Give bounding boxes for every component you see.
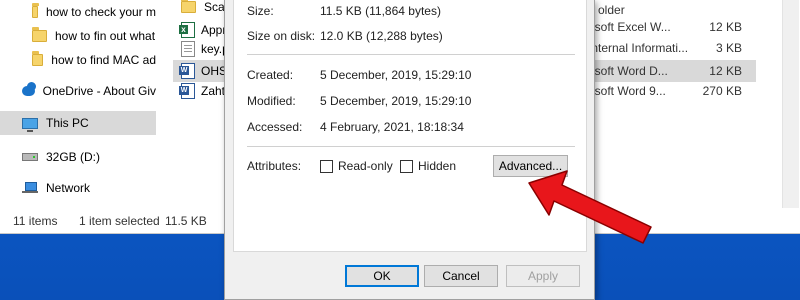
drive-icon [22, 153, 38, 161]
cancel-button[interactable]: Cancel [424, 265, 498, 287]
file-icon [181, 41, 195, 57]
nav-item-folder-1[interactable]: how to check your m [0, 0, 156, 24]
annotation-arrow-icon [528, 170, 652, 244]
network-icon [22, 182, 38, 194]
apply-button[interactable]: Apply [506, 265, 580, 287]
file-size: 12 KB [709, 20, 742, 34]
file-row-details[interactable]: osoft Word 9... 270 KB [588, 81, 756, 103]
file-size: 270 KB [702, 84, 742, 98]
file-size: 3 KB [715, 41, 742, 55]
checkbox-box[interactable] [320, 159, 333, 173]
nav-item-network[interactable]: Network [0, 176, 156, 200]
file-type: older [598, 3, 625, 17]
nav-item-label: how to check your m [45, 5, 156, 19]
readonly-checkbox[interactable]: Read-only [320, 159, 393, 173]
nav-item-label: This PC [46, 116, 89, 130]
accessed-label: Accessed: [247, 120, 303, 134]
hidden-checkbox[interactable]: Hidden [400, 159, 456, 173]
status-item-count: 11 items [13, 214, 58, 228]
nav-item-drive-d[interactable]: 32GB (D:) [0, 145, 156, 169]
nav-item-folder-3[interactable]: how to find MAC ad [0, 48, 156, 72]
file-name: Appr [201, 23, 227, 37]
created-value: 5 December, 2019, 15:29:10 [320, 68, 472, 82]
folder-icon [32, 3, 39, 18]
status-size: 11.5 KB [165, 214, 207, 228]
attributes-label: Attributes: [247, 159, 302, 173]
size-label: Size: [247, 4, 274, 18]
size-on-disk-label: Size on disk: [247, 29, 316, 43]
nav-item-folder-2[interactable]: how to fin out what [0, 24, 156, 48]
nav-item-onedrive[interactable]: OneDrive - About Giv [0, 79, 156, 103]
onedrive-icon [22, 82, 36, 96]
file-size: 12 KB [709, 64, 742, 78]
hidden-checkbox-label: Hidden [418, 159, 457, 173]
status-selected: 1 item selected [79, 214, 160, 228]
excel-file-icon [179, 22, 195, 38]
word-file-icon [179, 63, 195, 79]
file-row-details[interactable]: Internal Informati... 3 KB [588, 38, 756, 60]
nav-item-label: Network [46, 181, 91, 195]
accessed-value: 4 February, 2021, 18:18:34 [320, 120, 464, 134]
folder-icon [181, 0, 196, 13]
vertical-scrollbar[interactable] [782, 0, 799, 208]
modified-value: 5 December, 2019, 15:29:10 [320, 94, 472, 108]
readonly-checkbox-label: Read-only [338, 159, 393, 173]
nav-item-label: 32GB (D:) [46, 150, 101, 164]
nav-item-label: how to find MAC ad [51, 53, 156, 67]
separator [247, 146, 575, 147]
file-properties-dialog: Size: 11.5 KB (11,864 bytes) Size on dis… [224, 0, 595, 300]
word-file-icon [179, 83, 195, 99]
navigation-pane: how to check your m how to fin out what … [0, 0, 158, 208]
folder-icon [32, 27, 47, 42]
ok-button[interactable]: OK [345, 265, 419, 287]
checkbox-box[interactable] [400, 159, 413, 173]
nav-item-label: how to fin out what [55, 29, 156, 43]
folder-icon [31, 51, 44, 66]
file-row-details[interactable]: osoft Excel W... 12 KB [588, 17, 756, 39]
modified-label: Modified: [247, 94, 296, 108]
nav-item-label: OneDrive - About Giv [42, 84, 156, 98]
pc-icon [22, 117, 38, 132]
nav-item-this-pc[interactable]: This PC [0, 111, 156, 135]
created-label: Created: [247, 68, 294, 82]
size-value: 11.5 KB (11,864 bytes) [320, 4, 441, 18]
size-on-disk-value: 12.0 KB (12,288 bytes) [320, 29, 443, 43]
file-row-details-selected[interactable]: osoft Word D... 12 KB [588, 60, 756, 82]
separator [247, 54, 575, 55]
